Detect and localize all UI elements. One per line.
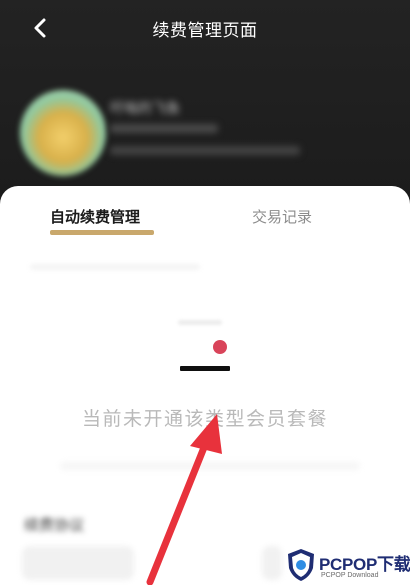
faint-line <box>60 462 360 470</box>
user-detail-blurred-2 <box>110 146 300 155</box>
section-label: 续费协议 <box>24 516 85 534</box>
empty-illustration-dot <box>213 340 227 354</box>
content-sheet: 自动续费管理 交易记录 当前未开通该类型会员套餐 续费协议 <box>0 186 410 585</box>
tab-auto-renew[interactable]: 自动续费管理 <box>50 206 140 227</box>
watermark: PCPOP下载 PCPOP Download <box>286 546 410 585</box>
empty-state-message: 当前未开通该类型会员套餐 <box>81 408 328 430</box>
user-name: 吁嗡的飞鱼 <box>110 101 180 117</box>
header: 续费管理页面 吁嗡的飞鱼 <box>0 0 410 200</box>
page-title: 续费管理页面 <box>152 21 258 41</box>
user-detail-blurred <box>110 124 218 133</box>
empty-illustration-bar <box>180 366 230 371</box>
empty-illustration-top <box>178 320 222 325</box>
blurred-option-right[interactable] <box>262 546 282 580</box>
blurred-option-left[interactable] <box>22 546 134 580</box>
active-tab-indicator <box>50 230 154 235</box>
tab-transaction-history[interactable]: 交易记录 <box>252 206 312 227</box>
faint-divider <box>30 264 200 270</box>
watermark-sub-text: PCPOP Download <box>321 572 379 579</box>
avatar <box>20 90 106 176</box>
pcpop-logo-icon <box>288 549 314 581</box>
